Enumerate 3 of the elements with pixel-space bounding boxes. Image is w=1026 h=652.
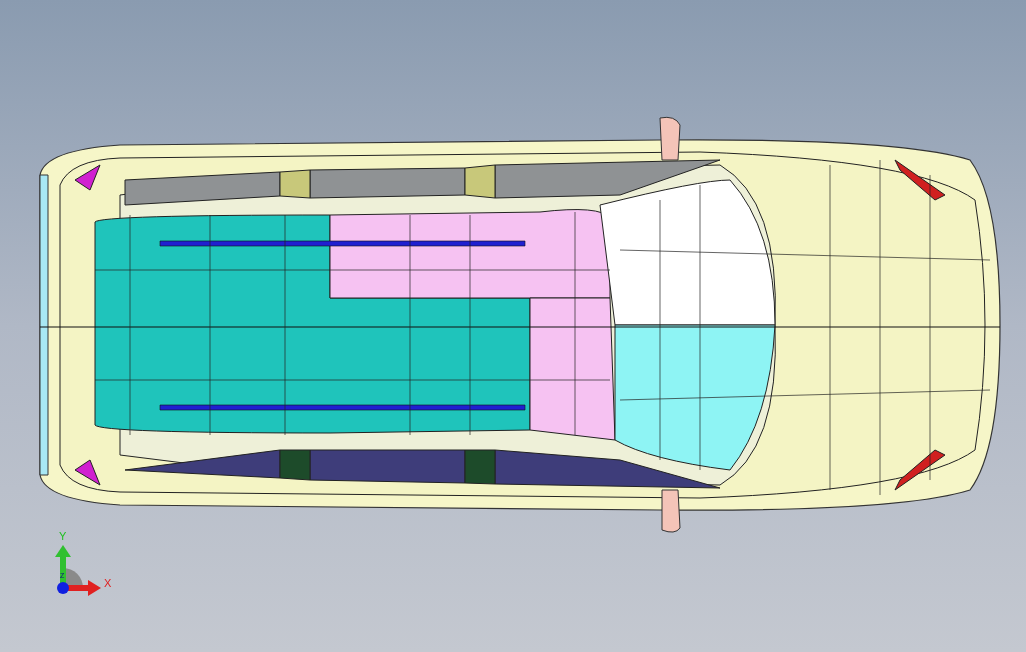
y-axis-label: Y (59, 531, 67, 542)
axis-triad-drawing (55, 545, 101, 596)
x-axis-label: X (104, 578, 112, 589)
